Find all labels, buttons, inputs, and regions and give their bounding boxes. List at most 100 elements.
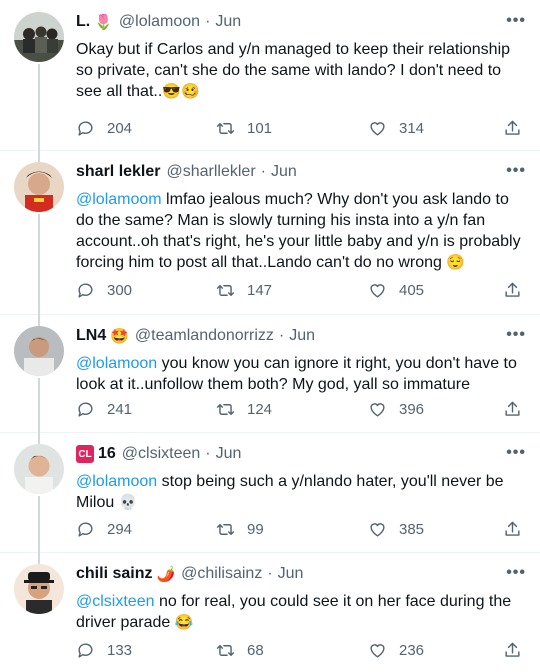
share-button[interactable] [503,117,522,139]
retweet-button[interactable]: 68 [216,639,264,661]
display-name[interactable]: 16 [98,445,116,463]
separator-dot: · [205,445,211,462]
like-icon [370,643,385,658]
tweet-text: @lolamoon you know you can ignore it rig… [76,353,526,395]
thread-line [38,496,40,554]
timestamp[interactable]: Jun [216,445,242,463]
thread-line [38,64,40,152]
retweet-button[interactable]: 147 [216,279,272,301]
thread-line [38,378,40,434]
tweet-emojis: 😎🥴 [162,83,200,100]
tweet[interactable]: sharl lekler @sharllekler · Jun ••• @lol… [0,150,540,316]
share-icon [505,401,520,416]
more-icon[interactable]: ••• [506,564,526,582]
like-button[interactable]: 236 [368,639,424,661]
like-count: 236 [399,641,425,659]
like-count: 314 [399,119,425,137]
name-emoji: 🌷 [94,13,113,31]
reply-button[interactable]: 294 [76,518,132,540]
share-button[interactable] [503,639,522,661]
tweet[interactable]: chili sainz 🌶️ @chilisainz · Jun ••• @cl… [0,552,540,672]
avatar[interactable] [14,326,64,376]
more-icon[interactable]: ••• [506,444,526,462]
reply-button[interactable]: 300 [76,279,132,301]
timestamp[interactable]: Jun [278,565,304,583]
tweet-text: Okay but if Carlos and y/n managed to ke… [76,39,526,102]
retweet-button[interactable]: 99 [216,518,264,540]
separator-dot: · [205,13,211,30]
more-icon[interactable]: ••• [506,162,526,180]
more-icon[interactable]: ••• [506,12,526,30]
user-handle[interactable]: @clsixteen [122,445,201,463]
display-name[interactable]: chili sainz [76,565,152,583]
user-handle[interactable]: @teamlandonorrizz [135,327,274,345]
retweet-icon [216,644,235,656]
tweet[interactable]: CL 16 @clsixteen · Jun ••• @lolamoon sto… [0,432,540,554]
retweet-button[interactable]: 124 [216,398,272,420]
tweet-body: Okay but if Carlos and y/n managed to ke… [76,41,511,100]
timestamp[interactable]: Jun [271,163,297,181]
share-icon [505,282,520,297]
mention-link[interactable]: @lolamoon [76,355,157,372]
retweet-button[interactable]: 101 [216,117,272,139]
mention-link[interactable]: @lolamoom [76,191,162,208]
avatar[interactable] [14,12,64,62]
tweet-text: @lolamoom lmfao jealous much? Why don't … [76,189,526,273]
thread-line [38,432,40,444]
timestamp[interactable]: Jun [215,13,241,31]
tweet-emojis: 😂 [174,614,194,631]
tweet-text: @lolamoon stop being such a y/nlando hat… [76,471,526,513]
reply-button[interactable]: 204 [76,117,132,139]
separator-dot: · [278,327,285,344]
like-icon [370,402,385,417]
user-handle[interactable]: @lolamoon [119,13,200,31]
retweet-count: 68 [247,641,264,659]
avatar[interactable] [14,162,64,212]
tweet-thread: L. 🌷 @lolamoon · Jun ••• Okay but if Car… [0,0,540,672]
name-emoji: 🌶️ [156,565,176,583]
tweet-emojis: 😌 [446,254,466,271]
mention-link[interactable]: @clsixteen [76,593,155,610]
retweet-icon [216,284,235,296]
reply-count: 204 [107,119,133,137]
separator-dot: · [267,565,273,582]
retweet-icon [216,403,235,415]
reply-count: 294 [107,520,133,538]
tweet-text: @clsixteen no for real, you could see it… [76,591,526,633]
retweet-count: 124 [247,400,273,418]
avatar[interactable] [14,564,64,614]
reply-count: 133 [107,641,133,659]
avatar[interactable] [14,444,64,494]
like-button[interactable]: 396 [368,398,424,420]
thread-line [38,314,40,326]
display-name[interactable]: L. [76,13,90,31]
like-button[interactable]: 405 [368,279,424,301]
mention-link[interactable]: @lolamoon [76,473,157,490]
reply-icon [78,521,93,537]
timestamp[interactable]: Jun [289,327,315,345]
share-button[interactable] [503,279,522,301]
like-count: 405 [399,281,425,299]
like-icon [370,283,385,298]
share-button[interactable] [503,518,522,540]
like-button[interactable]: 385 [368,518,424,540]
like-icon [370,522,385,537]
user-handle[interactable]: @sharllekler [167,163,256,181]
retweet-icon [216,523,235,535]
like-icon [370,121,385,136]
share-button[interactable] [503,398,522,420]
reply-button[interactable]: 133 [76,639,132,661]
tweet[interactable]: L. 🌷 @lolamoon · Jun ••• Okay but if Car… [0,0,540,152]
display-name[interactable]: sharl lekler [76,163,161,181]
tweet-emojis: 💀 [118,494,138,511]
user-handle[interactable]: @chilisainz [181,565,262,583]
like-button[interactable]: 314 [368,117,424,139]
more-icon[interactable]: ••• [506,326,526,344]
share-icon [505,642,520,657]
thread-line [38,552,40,564]
share-icon [505,521,520,536]
tweet[interactable]: LN4 🤩 @teamlandonorrizz · Jun ••• @lolam… [0,314,540,434]
reply-button[interactable]: 241 [76,398,132,420]
display-name[interactable]: LN4 [76,327,106,345]
reply-icon [78,642,93,658]
